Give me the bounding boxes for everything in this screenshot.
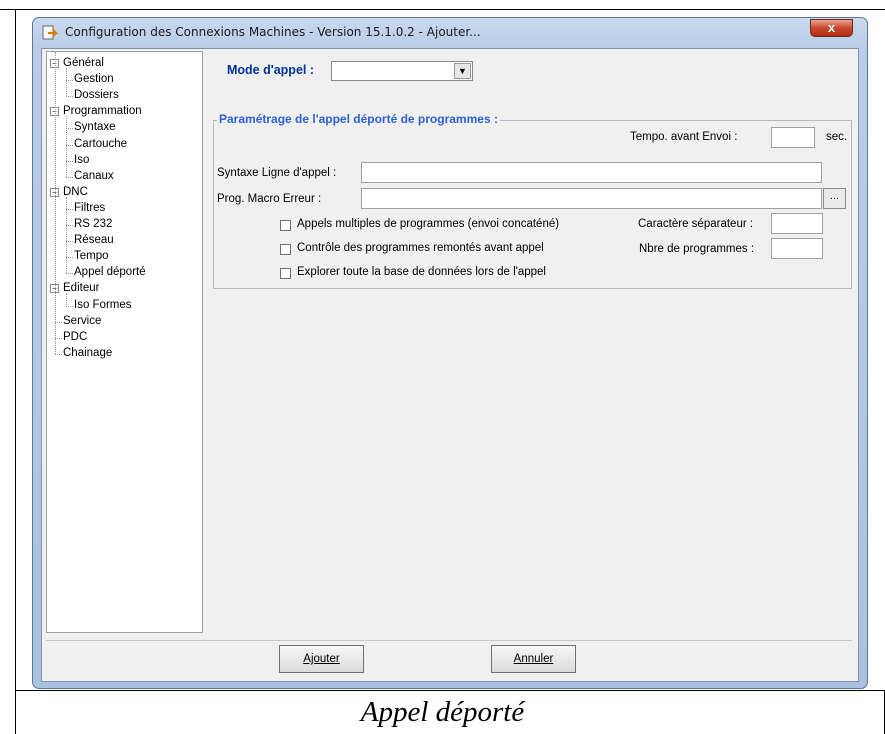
document-border-top [0,9,885,10]
tree-connector [66,293,67,306]
tree-connector [66,160,73,162]
group-title: Paramétrage de l'appel déporté de progra… [217,112,500,126]
appels-multiples-label: Appels multiples de programmes (envoi co… [297,218,560,230]
navigation-tree[interactable]: − Général Gestion Dossiers − Programmation Syn… [46,51,203,633]
tree-item-label: Tempo [74,250,109,263]
tree-connector [66,116,67,177]
tree-item-label: RS 232 [74,218,113,230]
close-icon: x [827,20,836,35]
tree-item-label: PDC [63,330,88,343]
close-button[interactable]: x [810,19,853,37]
tree-item-label: Appel déporté [74,266,146,279]
tempo-unit: sec. [826,131,848,143]
tree-item-label: Général [63,57,104,69]
tree-connector [66,128,73,130]
tree-connector [55,51,56,354]
tree-item[interactable]: Tempo [74,249,109,263]
tree-connector [55,321,62,323]
tempo-label: Tempo. avant Envoi : [630,131,738,143]
tree-item-label: Service [63,314,102,327]
tree-item[interactable]: Appel déporté [74,265,146,279]
mode-appel-select[interactable]: ▼ [331,61,473,81]
chevron-down-icon[interactable]: ▼ [454,63,471,79]
tree-item[interactable]: Editeur [63,281,99,295]
tree-item-label: Iso [74,153,90,166]
title-bar[interactable]: Configuration des Connexions Machines - … [33,18,867,48]
tree-connector [66,196,67,274]
tree-item[interactable]: Canaux [74,169,114,183]
tree-item[interactable]: PDC [63,330,87,344]
macro-label: Prog. Macro Erreur : [217,193,322,205]
tree-item-label: Canaux [74,169,114,182]
appels-multiples-checkbox[interactable] [280,220,291,231]
tree-connector [66,305,73,307]
separateur-label: Caractère séparateur : [638,218,754,230]
tree-connector [66,96,73,98]
ajouter-label: Ajouter [303,653,340,665]
explorer-checkbox[interactable] [280,268,291,279]
tree-item-label: Programmation [63,105,142,118]
tree-item[interactable]: RS 232 [74,217,112,231]
syntaxe-input[interactable] [361,162,822,183]
controle-label: Contrôle des programmes remontés avant a… [297,242,544,254]
tree-connector [66,176,73,178]
footer-separator [46,640,852,641]
tree-item-label: Réseau [74,234,114,247]
tree-item[interactable]: Iso Formes [74,298,132,312]
tree-connector [66,80,73,82]
tree-connector [66,241,73,243]
tree-item[interactable]: Cartouche [74,137,127,151]
browse-button[interactable]: ... [823,188,846,209]
controle-checkbox[interactable] [280,244,291,255]
annuler-label: Annuler [513,653,554,665]
tree-item-label: Dossiers [74,89,119,102]
tree-item[interactable]: Réseau [74,233,114,247]
explorer-label: Explorer toute la base de données lors d… [297,266,546,278]
tree-item-label: Filtres [74,201,106,214]
tree-item[interactable]: Gestion [74,72,114,86]
ajouter-button[interactable]: Ajouter [279,645,364,673]
tree-connector [66,273,73,275]
nbre-input[interactable] [771,238,823,259]
tempo-input[interactable] [771,127,815,148]
macro-input[interactable] [361,188,822,209]
config-window: Configuration des Connexions Machines - … [32,17,868,689]
window-title: Configuration des Connexions Machines - … [65,25,481,39]
tree-connector [66,144,73,146]
tree-connector [66,68,67,97]
syntaxe-label: Syntaxe Ligne d'appel : [217,167,337,179]
tree-connector [55,337,62,339]
tree-item[interactable]: Service [63,314,101,328]
tree-connector [66,257,73,259]
client-area: − Général Gestion Dossiers − Programmation Syn… [41,48,859,682]
tree-item-label: Chainage [63,346,113,359]
app-icon [42,25,58,40]
separateur-input[interactable] [771,213,823,234]
tree-item-label: Cartouche [74,137,128,150]
tree-item[interactable]: Filtres [74,201,105,215]
tree-item-label: Syntaxe [74,121,116,134]
annuler-button[interactable]: Annuler [491,645,576,673]
tree-connector [66,208,73,210]
tree-item-label: Iso Formes [74,298,132,311]
tree-item-label: Editeur [63,282,100,295]
tree-item[interactable]: Général [63,56,104,70]
figure-caption: Appel déporté [360,696,525,728]
tree-connector [55,353,62,355]
mode-appel-label: Mode d'appel : [227,63,314,77]
tree-item[interactable]: Chainage [63,346,112,360]
nbre-label: Nbre de programmes : [639,243,755,255]
tree-connector [66,225,73,226]
tree-item[interactable]: Syntaxe [74,120,116,134]
tree-item[interactable]: Dossiers [74,88,119,102]
tree-item[interactable]: Iso [74,153,89,167]
document-border-left [15,9,16,734]
tree-item-label: Gestion [74,73,114,86]
document-border-middle [15,690,885,691]
tree-item[interactable]: Programmation [63,104,142,118]
